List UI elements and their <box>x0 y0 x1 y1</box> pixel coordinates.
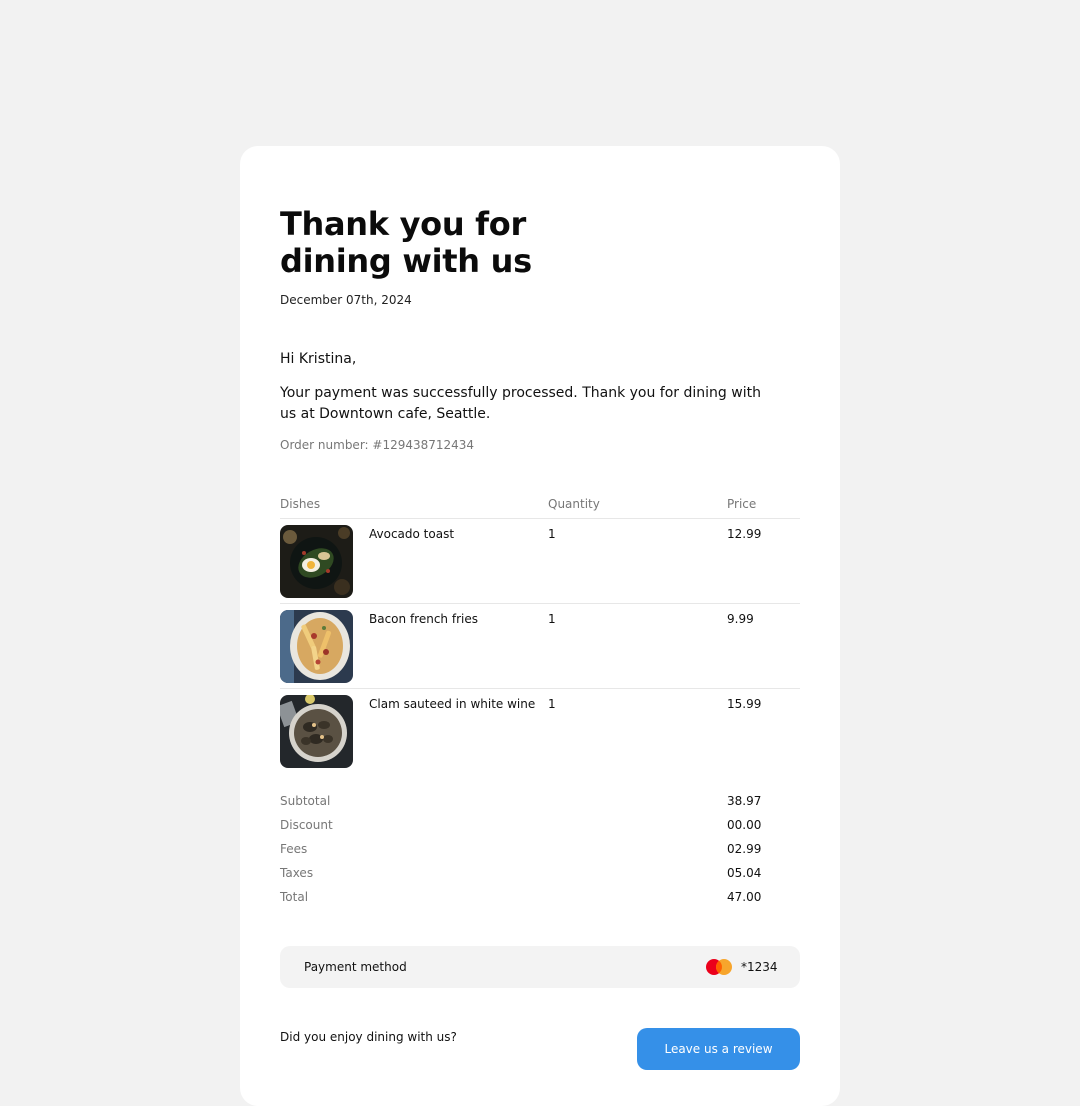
review-prompt: Did you enjoy dining with us? <box>280 1030 457 1044</box>
total-value: 47.00 <box>727 890 762 904</box>
dish-name: Clam sauteed in white wine <box>369 697 536 711</box>
card-last-digits: *1234 <box>741 960 778 974</box>
discount-value: 00.00 <box>727 818 762 832</box>
receipt-date: December 07th, 2024 <box>280 293 412 307</box>
clam-dish-photo <box>280 695 353 768</box>
taxes-value: 05.04 <box>727 866 762 880</box>
dish-price: 9.99 <box>727 612 754 626</box>
avocado-toast-photo <box>280 525 353 598</box>
discount-label: Discount <box>280 818 333 832</box>
payment-method-label: Payment method <box>304 960 407 974</box>
subtotal-value: 38.97 <box>727 794 762 808</box>
taxes-label: Taxes <box>280 866 314 880</box>
receipt-card: Thank you for dining with us December 07… <box>240 146 840 1106</box>
dish-quantity: 1 <box>548 612 556 626</box>
fees-label: Fees <box>280 842 308 856</box>
column-header-price: Price <box>727 497 757 511</box>
greeting: Hi Kristina, <box>280 351 357 367</box>
payment-method-box: Payment method *1234 <box>280 946 800 988</box>
payment-message: Your payment was successfully processed.… <box>280 385 761 422</box>
mastercard-icon <box>704 958 734 976</box>
dish-name: Bacon french fries <box>369 612 478 626</box>
total-label: Total <box>280 890 309 904</box>
title-line-1: Thank you for <box>280 205 526 243</box>
dish-quantity: 1 <box>548 697 556 711</box>
order-number: Order number: #129438712434 <box>280 438 475 452</box>
table-row: Clam sauteed in white wine 1 15.99 <box>280 689 800 774</box>
column-header-dishes: Dishes <box>280 497 321 511</box>
table-row: Bacon french fries 1 9.99 <box>280 604 800 689</box>
dish-price: 12.99 <box>727 527 762 541</box>
dish-price: 15.99 <box>727 697 762 711</box>
page-title: Thank you for dining with us <box>280 206 640 280</box>
title-line-2: dining with us <box>280 242 532 280</box>
bacon-fries-photo <box>280 610 353 683</box>
subtotal-label: Subtotal <box>280 794 331 808</box>
fees-value: 02.99 <box>727 842 762 856</box>
dish-quantity: 1 <box>548 527 556 541</box>
column-header-quantity: Quantity <box>548 497 600 511</box>
dish-name: Avocado toast <box>369 527 455 541</box>
leave-review-button[interactable]: Leave us a review <box>637 1028 800 1070</box>
table-row: Avocado toast 1 12.99 <box>280 519 800 604</box>
